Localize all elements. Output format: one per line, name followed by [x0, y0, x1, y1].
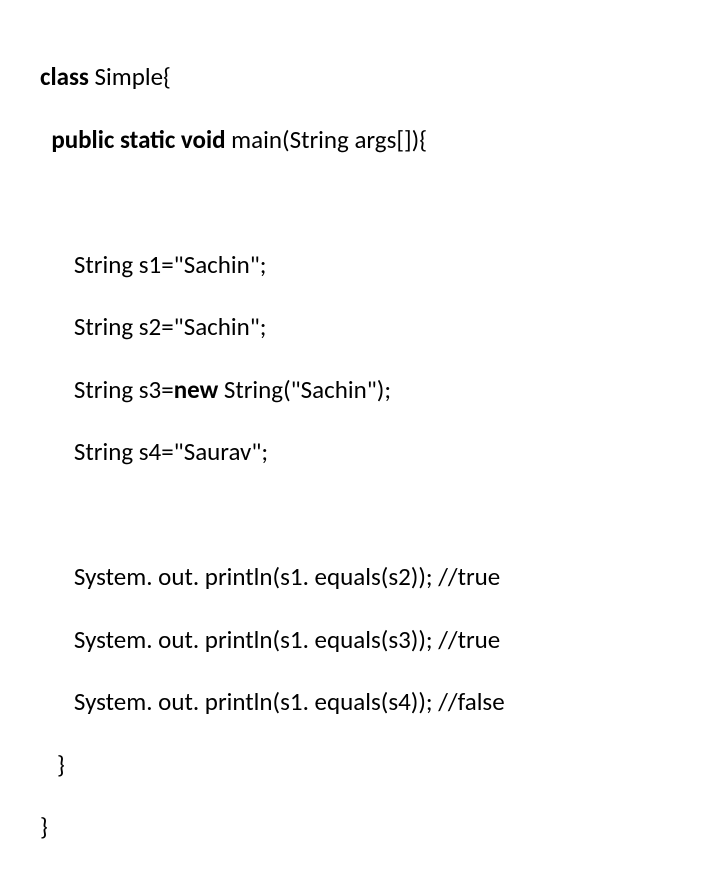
code-line-4: String s2="Sachin";: [40, 311, 720, 342]
code-line-11: }: [40, 811, 720, 842]
keyword-public-static-void: public static void: [51, 124, 225, 155]
code-text: main(String args[]){: [226, 124, 428, 155]
code-line-8: System. out. println(s1. equals(s3)); //…: [40, 624, 720, 655]
blank-line: [40, 186, 720, 217]
code-line-3: String s1="Sachin";: [40, 249, 720, 280]
code-line-9: System. out. println(s1. equals(s4)); //…: [40, 686, 720, 717]
code-line-10: }: [40, 749, 720, 780]
code-line-1: class Simple{: [40, 61, 720, 92]
code-text: String s3=: [40, 374, 174, 405]
code-text: String("Sachin");: [218, 374, 391, 405]
code-line-2: public static void main(String args[]){: [40, 124, 720, 155]
blank-line: [40, 499, 720, 530]
code-line-5: String s3=new String("Sachin");: [40, 374, 720, 405]
keyword-new: new: [174, 374, 219, 405]
keyword-class: class: [40, 61, 89, 92]
code-indent: [40, 124, 51, 155]
code-text: Simple{: [89, 61, 171, 92]
code-line-7: System. out. println(s1. equals(s2)); //…: [40, 561, 720, 592]
code-line-6: String s4="Saurav";: [40, 436, 720, 467]
code-block: class Simple{ public static void main(St…: [40, 30, 720, 874]
